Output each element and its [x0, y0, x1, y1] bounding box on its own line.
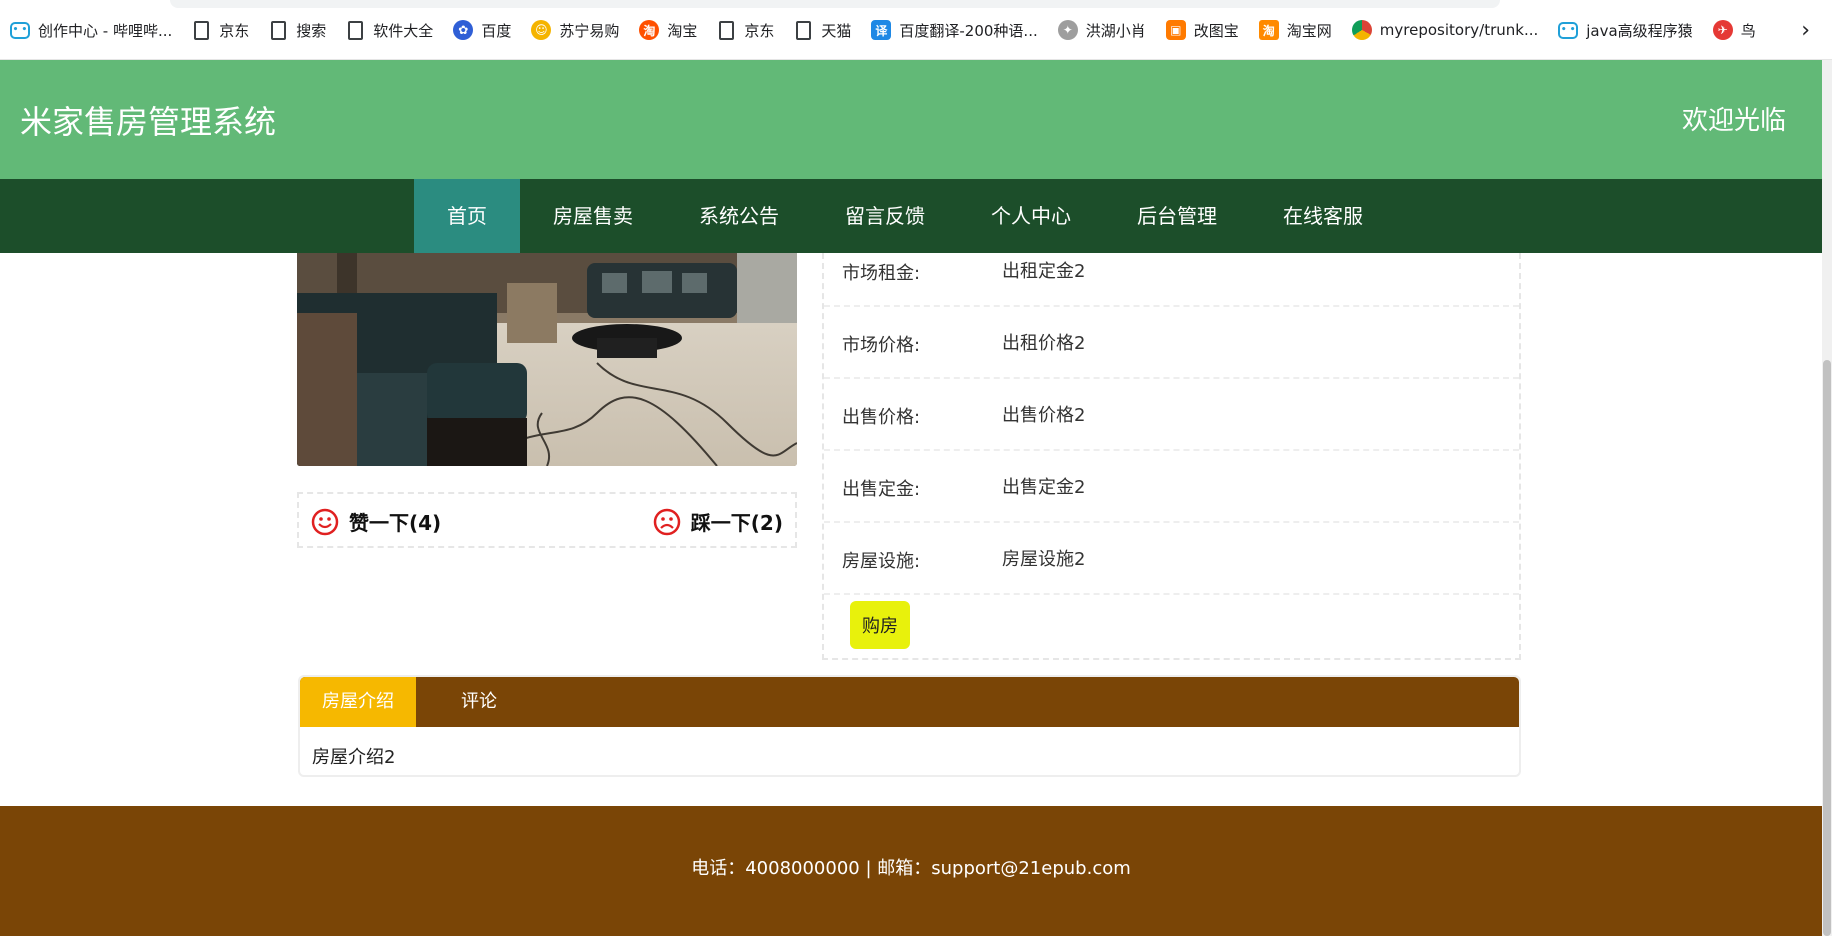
smile-face-icon — [311, 508, 339, 535]
buy-house-button[interactable]: 购房 — [850, 601, 910, 649]
house-info-box: 市场租金: 出租定金2 市场价格: 出租价格2 出售价格: 出售价格2 出售定金… — [822, 253, 1521, 660]
bookmark-java[interactable]: • • java高级程序猿 — [1558, 20, 1693, 41]
dislike-label: 踩一下(2) — [690, 511, 783, 535]
bookmark-bird[interactable]: ✈ 鸟 — [1712, 20, 1756, 41]
footer-contact: 电话：4008000000 | 邮箱：support@21epub.com — [691, 858, 1131, 879]
nav-item-online-service[interactable]: 在线客服 — [1250, 179, 1396, 253]
bookmarks-bar: • • 创作中心 - 哔哩哔... 京东 搜索 软件大全 ✿ 百度 ☺ 苏宁易购 淘淘… — [0, 0, 1832, 60]
info-value: 出租价格2 — [1002, 333, 1086, 354]
sad-face-icon — [653, 508, 681, 535]
info-row-sale-price: 出售价格: 出售价格2 — [824, 379, 1519, 451]
bookmark-baidu-translate[interactable]: 译百度翻译-200种语... — [871, 20, 1038, 41]
info-label: 市场价格: — [842, 335, 921, 356]
info-row-sale-deposit: 出售定金: 出售定金2 — [824, 451, 1519, 523]
nav-item-home[interactable]: 首页 — [414, 179, 520, 253]
bedroom-photo — [297, 253, 797, 466]
baidu-paw-icon: ✿ — [453, 20, 474, 40]
bookmark-tmall[interactable]: 天猫 — [794, 20, 851, 41]
info-row-facilities: 房屋设施: 房屋设施2 — [824, 523, 1519, 595]
house-photo — [297, 253, 797, 466]
bookmark-list: • • 创作中心 - 哔哩哔... 京东 搜索 软件大全 ✿ 百度 ☺ 苏宁易购 淘淘… — [10, 17, 1776, 43]
site-title: 米家售房管理系统 — [20, 103, 277, 141]
chrome-icon — [1351, 20, 1372, 40]
bird-icon: ✦ — [1057, 20, 1078, 40]
red-bird-icon: ✈ — [1712, 20, 1733, 40]
tab-bar: 房屋介绍 评论 — [300, 677, 1519, 727]
nav-items: 首页 房屋售卖 系统公告 留言反馈 个人中心 后台管理 在线客服 — [414, 179, 1396, 253]
bookmark-taobao-net[interactable]: 淘淘宝网 — [1258, 20, 1332, 41]
welcome-text: 欢迎光临 — [1681, 106, 1786, 136]
page-icon — [271, 20, 287, 40]
page-icon — [348, 20, 364, 40]
info-label: 出售价格: — [842, 407, 921, 428]
bookmark-software[interactable]: 软件大全 — [346, 20, 433, 41]
site-footer: 电话：4008000000 | 邮箱：support@21epub.com — [0, 806, 1822, 936]
address-bar-edge — [170, 0, 1500, 8]
info-label: 房屋设施: — [842, 551, 921, 572]
dislike-button[interactable]: 踩一下(2) — [653, 507, 783, 536]
scrollbar-thumb[interactable] — [1823, 360, 1831, 936]
info-value: 出售定金2 — [1002, 477, 1086, 498]
page-icon — [796, 20, 812, 40]
bookmark-taobao[interactable]: 淘淘宝 — [639, 20, 697, 41]
chevron-right-icon[interactable]: › — [1801, 18, 1810, 43]
like-label: 赞一下(4) — [349, 511, 442, 535]
like-button[interactable]: 赞一下(4) — [311, 507, 441, 536]
page-icon — [194, 20, 210, 40]
nav-item-house-sale[interactable]: 房屋售卖 — [520, 179, 666, 253]
bookmark-jd[interactable]: 京东 — [192, 20, 249, 41]
gaitubao-icon: ▣ — [1165, 20, 1186, 40]
bookmark-jd-2[interactable]: 京东 — [717, 20, 774, 41]
nav-item-admin[interactable]: 后台管理 — [1104, 179, 1250, 253]
vote-box: 赞一下(4) 踩一下(2) — [297, 492, 797, 548]
taobao-icon: 淘 — [1258, 20, 1279, 40]
tab-comments[interactable]: 评论 — [416, 677, 542, 727]
bilibili-icon: • • — [10, 21, 30, 39]
bookmark-gaitubao[interactable]: ▣ 改图宝 — [1165, 20, 1239, 41]
nav-item-personal-center[interactable]: 个人中心 — [958, 179, 1104, 253]
tab-content: 房屋介绍2 — [312, 747, 396, 768]
detail-tabs: 房屋介绍 评论 房屋介绍2 — [298, 675, 1521, 777]
info-value: 出售价格2 — [1002, 405, 1086, 426]
info-label: 出售定金: — [842, 479, 921, 500]
nav-item-feedback[interactable]: 留言反馈 — [812, 179, 958, 253]
info-label: 市场租金: — [842, 263, 921, 284]
bookmark-search[interactable]: 搜索 — [269, 20, 326, 41]
bookmark-suning[interactable]: ☺ 苏宁易购 — [531, 20, 619, 41]
bookmark-baidu[interactable]: ✿ 百度 — [453, 20, 511, 41]
suning-icon: ☺ — [531, 20, 552, 40]
page-icon — [719, 20, 735, 40]
bookmark-myrepository[interactable]: myrepository/trunk... — [1351, 20, 1538, 40]
tab-house-intro[interactable]: 房屋介绍 — [300, 677, 416, 727]
nav-item-announcements[interactable]: 系统公告 — [666, 179, 812, 253]
main-nav: 首页 房屋售卖 系统公告 留言反馈 个人中心 后台管理 在线客服 — [0, 179, 1822, 253]
page-scrollbar[interactable] — [1822, 60, 1832, 936]
info-value: 出租定金2 — [1002, 261, 1086, 282]
bookmark-honghu[interactable]: ✦ 洪湖小肖 — [1057, 20, 1146, 41]
site-header: 米家售房管理系统 欢迎光临 — [0, 60, 1822, 179]
bilibili-icon: • • — [1558, 21, 1579, 39]
translate-icon: 译 — [871, 20, 892, 40]
taobao-icon: 淘 — [639, 20, 660, 40]
bookmark-bilibili-creator[interactable]: • • 创作中心 - 哔哩哔... — [10, 20, 172, 41]
info-row-market-price: 市场价格: 出租价格2 — [824, 307, 1519, 379]
info-row-market-rent: 市场租金: 出租定金2 — [824, 253, 1519, 307]
info-value: 房屋设施2 — [1002, 549, 1086, 570]
